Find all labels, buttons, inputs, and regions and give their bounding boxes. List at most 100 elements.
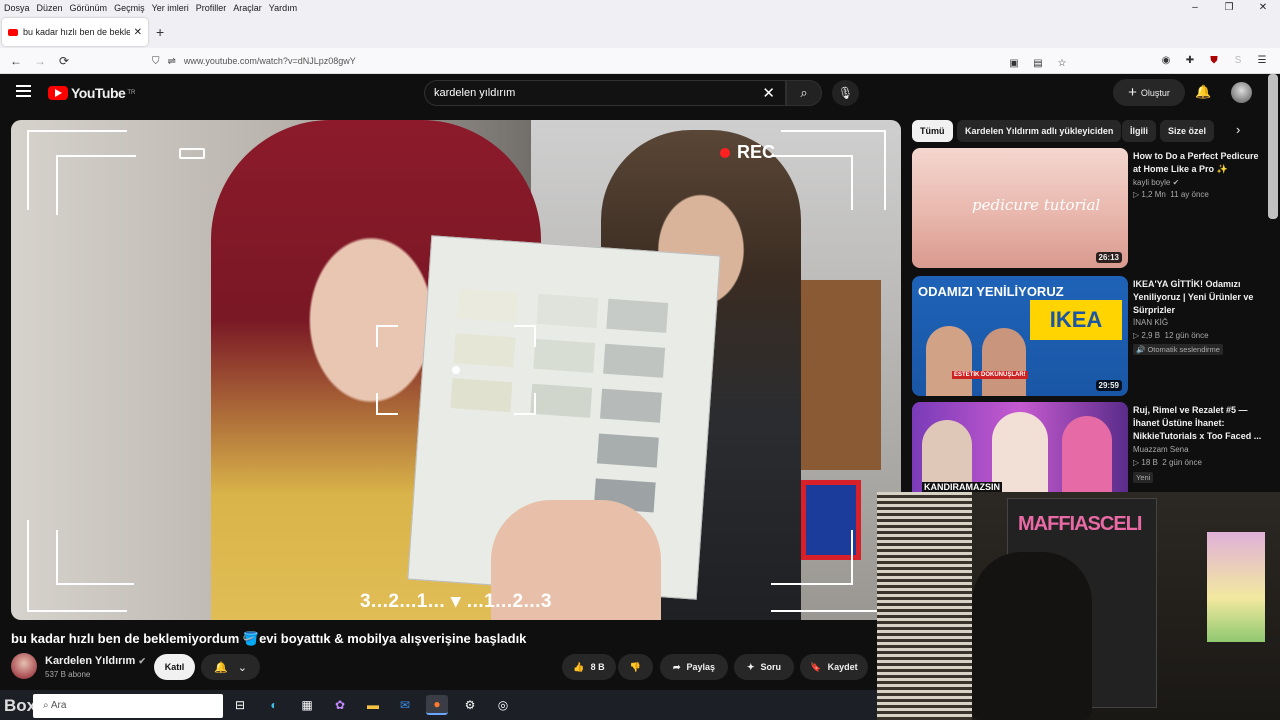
browser-tab[interactable]: bu kadar hızlı ben de beklemiyor ✕ bbox=[2, 18, 148, 46]
chip-for-you[interactable]: Size özel bbox=[1160, 120, 1215, 142]
bookmark-star-icon[interactable]: ☆ bbox=[1052, 54, 1072, 74]
video-player[interactable]: REC 3...2...1... ▾ ...1...2...3 bbox=[11, 120, 901, 620]
settings-icon[interactable]: ⚙ bbox=[459, 695, 481, 715]
picture-in-picture-icon[interactable]: ▣ bbox=[1004, 54, 1024, 74]
frame-line bbox=[771, 530, 853, 585]
focus-bracket bbox=[376, 393, 398, 415]
bell-icon: 🔔 bbox=[214, 661, 228, 674]
ask-button[interactable]: ✦ Soru bbox=[734, 654, 794, 680]
reload-button[interactable]: ⟳ bbox=[52, 54, 76, 68]
banner-text: MAFFIASCELI bbox=[1018, 513, 1142, 535]
close-window-button[interactable]: ✕ bbox=[1246, 0, 1280, 16]
store-icon[interactable]: ▦ bbox=[296, 695, 318, 715]
focus-bracket bbox=[514, 393, 536, 415]
share-button[interactable]: ➦ Paylaş bbox=[660, 654, 728, 680]
extension-s-icon[interactable]: S bbox=[1228, 51, 1248, 71]
url-text: www.youtube.com/watch?v=dNJLpz08gwY bbox=[183, 56, 356, 66]
thumbs-down-icon: 👎 bbox=[629, 661, 642, 672]
search-button[interactable]: ⌕ bbox=[786, 80, 822, 106]
subscription-bell-button[interactable]: 🔔 ⌄ bbox=[201, 654, 260, 680]
account-icon[interactable]: ◉ bbox=[1156, 51, 1176, 71]
channel-avatar[interactable] bbox=[11, 653, 37, 679]
mail-icon[interactable]: ✉ bbox=[394, 695, 416, 715]
region-code: TR bbox=[127, 90, 136, 96]
notifications-bell-icon[interactable]: 🔔 bbox=[1195, 84, 1211, 100]
task-view-icon[interactable]: ⊟ bbox=[229, 695, 251, 715]
channel-name-text: Kardelen Yıldırım bbox=[45, 655, 136, 667]
chevron-right-icon[interactable]: › bbox=[1236, 122, 1240, 137]
channel-name[interactable]: Kardelen Yıldırım ✔ bbox=[45, 655, 146, 667]
shield-icon[interactable]: ⛉ bbox=[152, 56, 160, 67]
forward-button[interactable]: → bbox=[28, 54, 52, 68]
menu-history[interactable]: Geçmiş bbox=[114, 3, 145, 13]
logo-text: YouTube bbox=[71, 85, 126, 101]
guide-menu-icon[interactable] bbox=[16, 85, 31, 97]
file-explorer-icon[interactable]: ▬ bbox=[362, 695, 384, 715]
person-figure bbox=[926, 326, 972, 396]
video-thumbnail[interactable]: ODAMIZI YENİLİYORUZ IKEA ESTETİK DOKUNUŞ… bbox=[912, 276, 1128, 396]
rec-indicator: REC bbox=[720, 142, 775, 163]
chip-related[interactable]: İlgili bbox=[1122, 120, 1156, 142]
recorder-icon[interactable]: ◎ bbox=[492, 695, 514, 715]
thumbnail-text: KANDIRAMAZSIN bbox=[922, 482, 1002, 492]
app-menu-icon[interactable]: ☰ bbox=[1252, 51, 1272, 71]
chip-all[interactable]: Tümü bbox=[912, 120, 953, 142]
taskbar: BoxGame ⌕ Ara ⊟ ◐ ▦ ✿ ▬ ✉ ● ⚙ ◎ bbox=[0, 690, 877, 720]
video-title[interactable]: How to Do a Perfect Pedicure at Home Lik… bbox=[1133, 150, 1263, 176]
user-avatar[interactable] bbox=[1231, 82, 1252, 103]
channel-name[interactable]: İNAN KİĞ bbox=[1133, 318, 1168, 327]
wall-poster bbox=[1207, 532, 1265, 642]
age: 12 gün önce bbox=[1164, 331, 1209, 340]
youtube-favicon-icon bbox=[8, 28, 18, 36]
views: 2,9 B bbox=[1141, 331, 1161, 340]
join-button[interactable]: Katıl bbox=[154, 654, 195, 680]
reader-view-icon[interactable]: ▤ bbox=[1028, 54, 1048, 74]
edge-icon[interactable]: ◐ bbox=[263, 695, 285, 715]
thumbnail-text: pedicure tutorial bbox=[972, 196, 1101, 214]
video-stats: ▷ 2,9 B 12 gün önce bbox=[1133, 331, 1209, 340]
minimize-button[interactable]: – bbox=[1178, 0, 1212, 16]
battery-icon bbox=[179, 148, 205, 159]
menu-edit[interactable]: Düzen bbox=[37, 3, 63, 13]
channel-name[interactable]: kayli boyle ✔ bbox=[1133, 178, 1179, 187]
youtube-logo[interactable]: YouTube TR bbox=[48, 85, 135, 101]
save-button[interactable]: 🔖 Kaydet bbox=[800, 654, 868, 680]
permissions-icon[interactable]: ⇌ bbox=[168, 56, 176, 67]
video-title[interactable]: Ruj, Rimel ve Rezalet #5 — İhanet Üstüne… bbox=[1133, 404, 1263, 443]
copilot-icon[interactable]: ✿ bbox=[329, 695, 351, 715]
voice-search-button[interactable]: 🎙 bbox=[832, 80, 859, 106]
new-badge: Yeni bbox=[1133, 472, 1154, 483]
new-tab-button[interactable]: + bbox=[156, 24, 164, 40]
like-button[interactable]: 👍 8 B bbox=[562, 654, 616, 680]
page-scrollbar[interactable] bbox=[1268, 74, 1278, 219]
focus-dot bbox=[452, 366, 460, 374]
menu-view[interactable]: Görünüm bbox=[70, 3, 108, 13]
bookshelf bbox=[877, 492, 972, 720]
dislike-button[interactable]: 👎 bbox=[618, 654, 653, 680]
video-thumbnail[interactable]: pedicure tutorial 26:13 bbox=[912, 148, 1128, 268]
create-button[interactable]: + Oluştur bbox=[1113, 79, 1185, 106]
firefox-icon[interactable]: ● bbox=[426, 695, 448, 715]
taskbar-search-input[interactable]: ⌕ Ara bbox=[33, 694, 223, 718]
address-bar[interactable]: ⛉ ⇌ www.youtube.com/watch?v=dNJLpz08gwY … bbox=[152, 51, 1072, 71]
menu-file[interactable]: Dosya bbox=[4, 3, 30, 13]
clear-search-icon[interactable]: ✕ bbox=[762, 84, 775, 102]
maximize-button[interactable]: ❐ bbox=[1212, 0, 1246, 16]
back-button[interactable]: ← bbox=[4, 54, 28, 68]
search-input[interactable]: kardelen yıldırım ✕ bbox=[424, 80, 786, 106]
video-thumbnail[interactable]: KANDIRAMAZSIN bbox=[912, 402, 1128, 494]
menu-bookmarks[interactable]: Yer imleri bbox=[152, 3, 189, 13]
channel-name[interactable]: Muazzam Sena bbox=[1133, 445, 1189, 454]
recommendation-item[interactable]: ODAMIZI YENİLİYORUZ IKEA ESTETİK DOKUNUŞ… bbox=[912, 276, 1272, 396]
extensions-icon[interactable]: ✚ bbox=[1180, 51, 1200, 71]
auto-dub-badge: 🔊 Otomatik seslendirme bbox=[1133, 344, 1223, 355]
views: 1,2 Mn bbox=[1141, 190, 1166, 199]
recommendation-item[interactable]: pedicure tutorial 26:13 How to Do a Perf… bbox=[912, 148, 1272, 268]
menu-tools[interactable]: Araçlar bbox=[233, 3, 262, 13]
chip-uploader[interactable]: Kardelen Yıldırım adlı yükleyiciden bbox=[957, 120, 1122, 142]
video-title[interactable]: IKEA'YA GİTTİK! Odamızı Yeniliyoruz | Ye… bbox=[1133, 278, 1263, 317]
menu-help[interactable]: Yardım bbox=[269, 3, 297, 13]
close-tab-icon[interactable]: ✕ bbox=[134, 27, 142, 38]
ublock-icon[interactable]: ⛊ bbox=[1204, 51, 1224, 71]
menu-profiles[interactable]: Profiller bbox=[196, 3, 227, 13]
